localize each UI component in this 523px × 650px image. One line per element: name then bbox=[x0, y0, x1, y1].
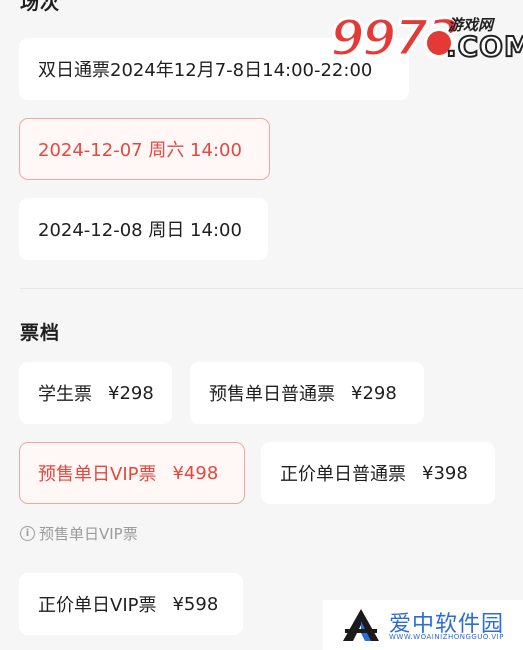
ticket-price: ¥298 bbox=[351, 382, 397, 404]
ticket-option-full-vip[interactable]: 正价单日VIP票 ¥598 bbox=[19, 573, 243, 635]
watermark-ball-icon bbox=[424, 28, 454, 58]
session-option-label: 2024-12-08 周日 14:00 bbox=[38, 220, 242, 241]
ticket-price: ¥598 bbox=[172, 593, 219, 615]
watermark-small-text: 游戏网 bbox=[448, 16, 494, 34]
ticket-option-presale-regular[interactable]: 预售单日普通票 ¥298 bbox=[190, 362, 424, 424]
session-option-label: 2024-12-07 周六 14:00 bbox=[38, 140, 242, 161]
ticket-name: 学生票 bbox=[38, 384, 92, 405]
ticket-option-presale-vip[interactable]: 预售单日VIP票 ¥498 bbox=[19, 442, 245, 504]
selected-ticket-note: i 预售单日VIP票 bbox=[20, 523, 138, 544]
ticket-name: 预售单日VIP票 bbox=[38, 464, 157, 485]
ticket-name: 正价单日普通票 bbox=[280, 464, 406, 485]
ticket-name: 预售单日普通票 bbox=[209, 384, 335, 405]
watermark-brand: 爱中软件园 bbox=[389, 612, 505, 637]
session-option-dec-07[interactable]: 2024-12-07 周六 14:00 bbox=[19, 118, 270, 180]
sessions-title: 场次 bbox=[20, 0, 61, 14]
selected-ticket-note-text: 预售单日VIP票 bbox=[39, 525, 138, 543]
session-option-label: 双日通票2024年12月7-8日14:00-22:00 bbox=[38, 60, 373, 81]
ticket-price: ¥498 bbox=[172, 462, 219, 484]
ticket-name: 正价单日VIP票 bbox=[38, 595, 157, 616]
session-option-double-day[interactable]: 双日通票2024年12月7-8日14:00-22:00 bbox=[19, 38, 409, 100]
aizhong-logo-icon bbox=[343, 609, 379, 641]
watermark-com-text: .COM bbox=[445, 29, 523, 64]
section-divider bbox=[20, 288, 523, 289]
watermark-aizhong-logo: 爱中软件园 WWW.WOAINIZHONGGUO.VIP bbox=[323, 600, 523, 650]
ticket-option-student[interactable]: 学生票 ¥298 bbox=[19, 362, 172, 424]
ticket-price: ¥398 bbox=[422, 462, 468, 484]
ticket-price: ¥298 bbox=[108, 382, 154, 404]
session-option-dec-08[interactable]: 2024-12-08 周日 14:00 bbox=[19, 198, 268, 260]
watermark-url: WWW.WOAINIZHONGGUO.VIP bbox=[389, 633, 504, 641]
ticket-option-full-regular[interactable]: 正价单日普通票 ¥398 bbox=[261, 442, 495, 504]
info-icon: i bbox=[20, 526, 35, 541]
tickets-title: 票档 bbox=[20, 322, 61, 344]
